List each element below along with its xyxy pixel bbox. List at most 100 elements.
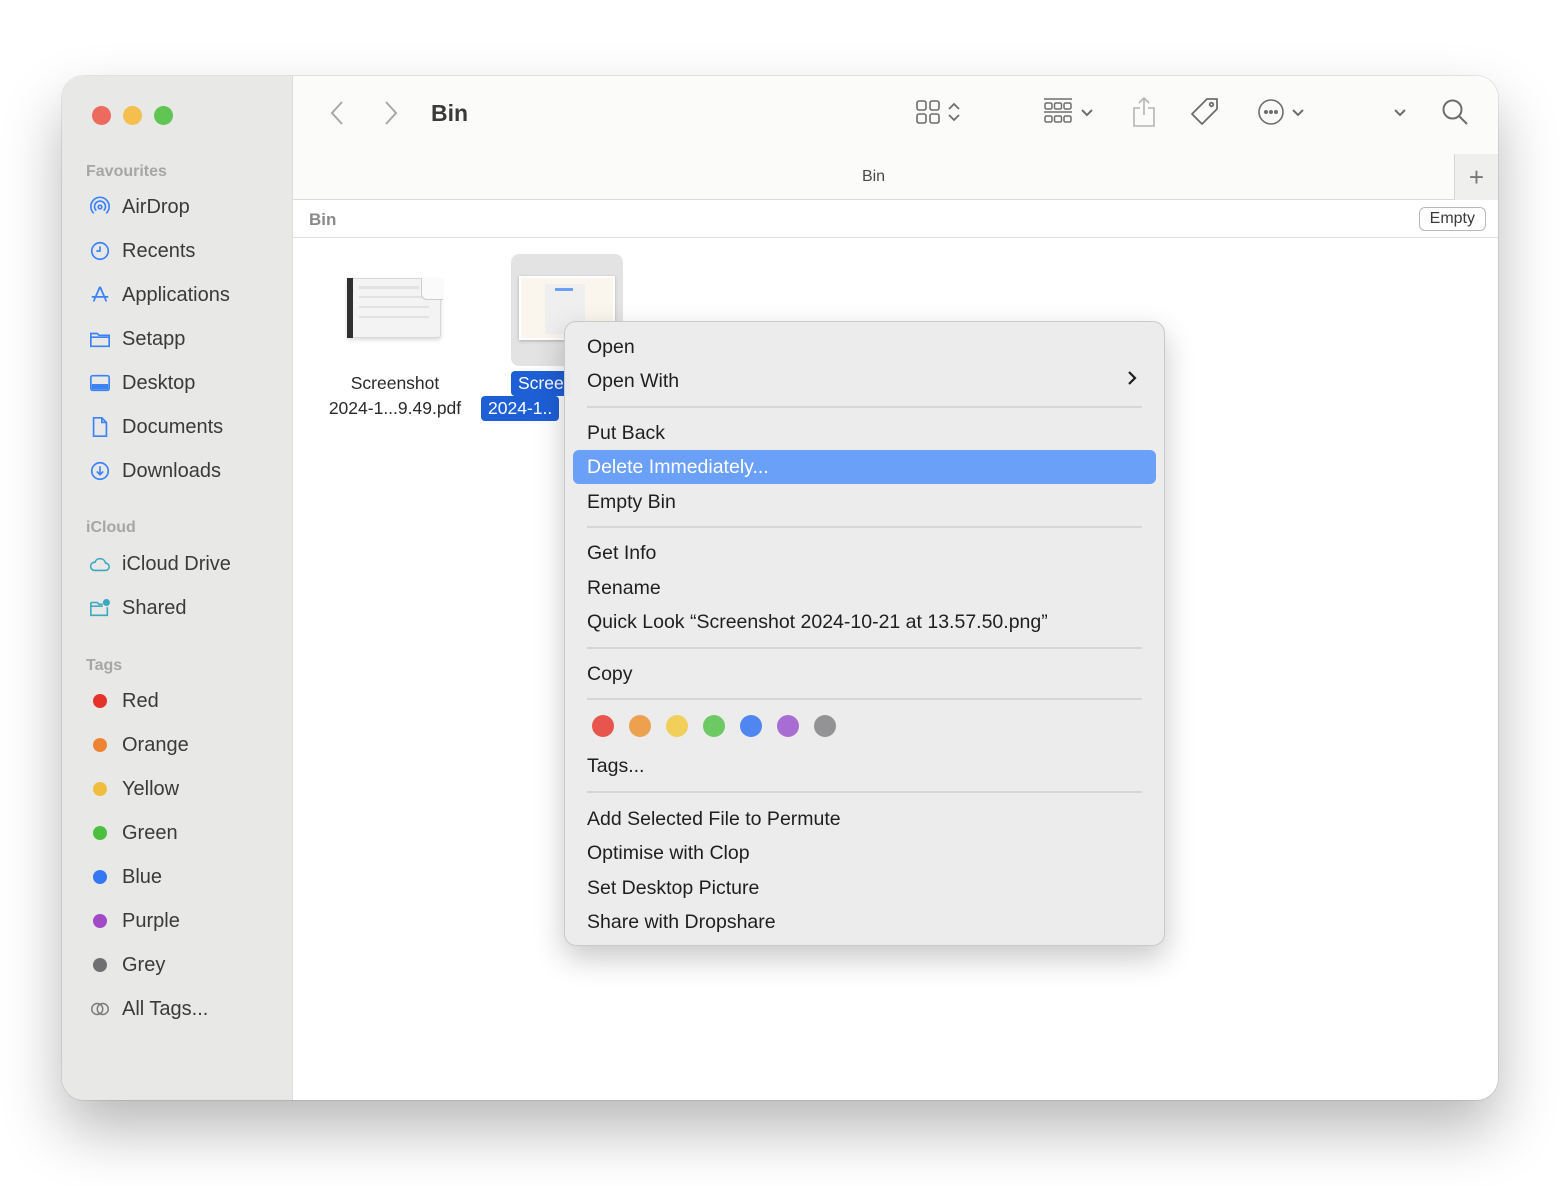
menu-item-delete-immediately[interactable]: Delete Immediately...: [573, 450, 1156, 484]
sidebar-item-downloads[interactable]: Downloads: [88, 457, 221, 485]
forward-icon: [383, 100, 399, 131]
tag-green-button[interactable]: [703, 715, 725, 737]
tag-color-dot: [93, 826, 107, 840]
sidebar-item-label: Downloads: [122, 459, 221, 482]
menu-separator: [587, 791, 1142, 793]
group-button[interactable]: [1042, 96, 1094, 132]
sidebar-tag-grey[interactable]: Grey: [88, 951, 165, 979]
more-actions-button[interactable]: [1257, 96, 1305, 132]
section-title-tags: Tags: [86, 657, 123, 674]
minimize-window-button[interactable]: [123, 106, 142, 125]
view-mode-button[interactable]: [915, 96, 961, 132]
tag-color-dot: [93, 958, 107, 972]
section-title-favourites: Favourites: [86, 163, 167, 180]
sidebar-tag-purple[interactable]: Purple: [88, 907, 180, 935]
close-window-button[interactable]: [92, 106, 111, 125]
tag-color-picker: [592, 715, 836, 737]
desktop-icon: [88, 371, 112, 395]
sidebar-tag-orange[interactable]: Orange: [88, 731, 189, 759]
search-button[interactable]: [1441, 96, 1469, 132]
tag-color-dot: [93, 738, 107, 752]
sidebar-tag-red[interactable]: Red: [88, 687, 159, 715]
menu-item-quick-look[interactable]: Quick Look “Screenshot 2024-10-21 at 13.…: [573, 605, 1156, 639]
sidebar-tag-blue[interactable]: Blue: [88, 863, 162, 891]
menu-item-empty-bin[interactable]: Empty Bin: [573, 485, 1156, 519]
menu-separator: [587, 406, 1142, 408]
sidebar-item-recents[interactable]: Recents: [88, 237, 195, 265]
window-controls: [92, 106, 173, 125]
tag-icon: [1189, 96, 1221, 133]
tag-orange-button[interactable]: [629, 715, 651, 737]
shared-folder-icon: [88, 596, 112, 620]
sidebar-item-label: Grey: [122, 953, 166, 976]
sidebar-item-setapp[interactable]: Setapp: [88, 325, 185, 353]
toolbar-overflow-button[interactable]: [1393, 96, 1407, 132]
section-title-icloud: iCloud: [86, 519, 136, 536]
tag-blue-button[interactable]: [740, 715, 762, 737]
sidebar-tag-green[interactable]: Green: [88, 819, 178, 847]
menu-item-rename[interactable]: Rename: [573, 571, 1156, 605]
menu-item-open[interactable]: Open: [573, 330, 1156, 364]
cloud-icon: [88, 552, 112, 576]
sidebar-item-label: Green: [122, 821, 178, 844]
back-button[interactable]: [323, 100, 351, 130]
file-thumbnail: [347, 278, 443, 342]
applications-icon: [88, 283, 112, 307]
share-button[interactable]: [1131, 96, 1157, 132]
toolbar: Bin: [293, 76, 1498, 154]
sidebar-item-icloud-drive[interactable]: iCloud Drive: [88, 550, 231, 578]
document-icon: [88, 415, 112, 439]
up-down-chevron-icon: [947, 100, 961, 129]
sidebar-item-documents[interactable]: Documents: [88, 413, 223, 441]
sidebar-item-label: Orange: [122, 733, 189, 756]
add-tab-button[interactable]: +: [1454, 154, 1498, 200]
group-icon: [1042, 97, 1074, 132]
bin-header-bar: Bin Empty: [293, 200, 1498, 238]
tag-grey-button[interactable]: [814, 715, 836, 737]
location-label: Bin: [309, 210, 337, 229]
chevron-down-icon: [1080, 105, 1094, 123]
sidebar-tag-yellow[interactable]: Yellow: [88, 775, 179, 803]
tag-button[interactable]: [1189, 96, 1221, 132]
download-icon: [88, 459, 112, 483]
forward-button[interactable]: [377, 100, 405, 130]
back-icon: [329, 100, 345, 131]
sidebar-item-label: Blue: [122, 865, 163, 888]
expand-chevron-icon: [1393, 105, 1407, 123]
menu-item-permute[interactable]: Add Selected File to Permute: [573, 802, 1156, 836]
menu-item-get-info[interactable]: Get Info: [573, 536, 1156, 570]
sidebar-all-tags[interactable]: All Tags...: [88, 995, 208, 1023]
menu-item-copy[interactable]: Copy: [573, 657, 1156, 691]
menu-separator: [587, 698, 1142, 700]
tag-red-button[interactable]: [592, 715, 614, 737]
menu-item-tags[interactable]: Tags...: [573, 749, 1156, 783]
empty-bin-button[interactable]: Empty: [1418, 207, 1486, 231]
sidebar-item-label: Yellow: [122, 777, 180, 800]
menu-separator: [587, 526, 1142, 528]
zoom-window-button[interactable]: [154, 106, 173, 125]
tag-color-dot: [93, 870, 107, 884]
menu-item-clop[interactable]: Optimise with Clop: [573, 836, 1156, 870]
context-menu: Open Open With Put Back Delete Immediate…: [564, 321, 1165, 946]
sidebar-item-label: Documents: [122, 415, 224, 438]
sidebar-item-desktop[interactable]: Desktop: [88, 369, 195, 397]
tag-purple-button[interactable]: [777, 715, 799, 737]
sidebar-item-shared[interactable]: Shared: [88, 594, 187, 622]
sidebar-item-label: Red: [122, 689, 159, 712]
share-icon: [1131, 96, 1157, 133]
menu-item-put-back[interactable]: Put Back: [573, 416, 1156, 450]
submenu-chevron-icon: [1126, 369, 1138, 393]
more-icon: [1257, 98, 1285, 131]
sidebar-item-applications[interactable]: Applications: [88, 281, 230, 309]
menu-item-open-with[interactable]: Open With: [573, 364, 1156, 398]
tab-bin[interactable]: Bin: [293, 168, 1454, 186]
tag-color-dot: [93, 782, 107, 796]
sidebar-item-airdrop[interactable]: AirDrop: [88, 193, 190, 221]
sidebar-item-label: AirDrop: [122, 195, 190, 218]
icon-view-icon: [915, 99, 941, 130]
menu-item-set-desktop-picture[interactable]: Set Desktop Picture: [573, 871, 1156, 905]
sidebar-item-label: Desktop: [122, 371, 196, 394]
sidebar-item-label: Applications: [122, 283, 230, 306]
tag-yellow-button[interactable]: [666, 715, 688, 737]
menu-item-dropshare[interactable]: Share with Dropshare: [573, 905, 1156, 939]
